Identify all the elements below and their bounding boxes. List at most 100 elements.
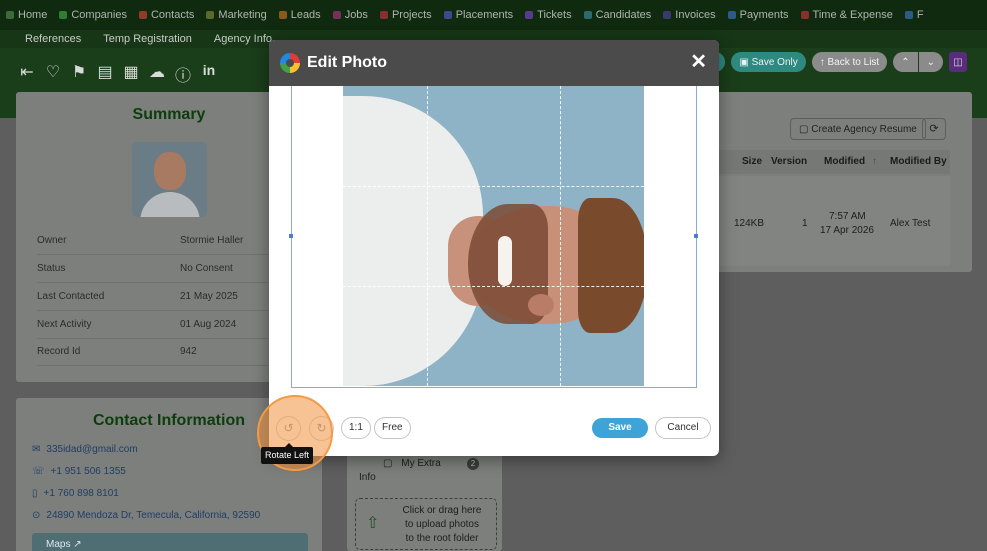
close-icon[interactable]: ✕: [690, 50, 707, 74]
edit-photo-modal: Edit Photo ✕ ↺ ↻ 1:1 Free Save Cancel: [269, 40, 719, 456]
create-agency-resume-button[interactable]: ▢ Create Agency Resume: [790, 118, 926, 140]
column-modified[interactable]: Modified: [824, 156, 865, 167]
back-to-list-button[interactable]: ↑ Back to List: [811, 52, 888, 72]
nav-label: Home: [18, 9, 48, 21]
aspect-1-1-button[interactable]: 1:1: [341, 417, 371, 439]
projects-icon: [379, 11, 388, 19]
folder-icon: ▢: [383, 458, 393, 469]
nav-home[interactable]: Home: [6, 9, 47, 21]
save-button[interactable]: Save: [592, 418, 648, 438]
column-modified-by[interactable]: Modified By: [890, 156, 947, 167]
crop-handle-left[interactable]: [289, 234, 293, 238]
summary-value: Stormie Haller: [180, 235, 244, 246]
note-icon[interactable]: ▦: [122, 62, 140, 86]
cancel-button[interactable]: Cancel: [655, 417, 711, 439]
folders-panel: ▢ My Extra 2 Info ⇧ Click or drag here t…: [347, 440, 502, 551]
candidates-icon: [583, 11, 592, 19]
cell-modified-by: Alex Test: [890, 218, 931, 229]
create-resume-label: Create Agency Resume: [811, 123, 917, 135]
nav-label: Leads: [290, 9, 321, 21]
heart-icon[interactable]: ♡: [44, 62, 62, 86]
sort-up-icon[interactable]: ↑: [872, 156, 877, 167]
companies-icon: [59, 11, 68, 19]
nav-jobs[interactable]: Jobs: [332, 9, 368, 21]
crop-frame[interactable]: [291, 86, 697, 388]
nav-label: F: [916, 9, 924, 21]
nav-placements[interactable]: Placements: [443, 9, 514, 21]
folder-item[interactable]: ▢ My Extra 2 Info: [359, 458, 479, 483]
subnav-references[interactable]: References: [25, 33, 81, 45]
crop-area[interactable]: [289, 86, 698, 388]
back-to-list-label: Back to List: [827, 56, 880, 68]
summary-key: Next Activity: [37, 319, 92, 330]
phone-value: +1 760 898 8101: [43, 488, 119, 499]
mail-icon: ✉: [32, 444, 41, 455]
summary-key: Owner: [37, 235, 67, 246]
contact-phone-1[interactable]: ☏ +1 951 506 1355: [32, 466, 126, 477]
save-only-button[interactable]: ▣ Save Only: [731, 52, 806, 72]
contacts-icon: [138, 11, 147, 19]
drop-text-line: to the root folder: [405, 533, 479, 544]
save-icon: ▣: [739, 56, 752, 68]
aspect-free-button[interactable]: Free: [374, 417, 411, 439]
rotate-left-tooltip: Rotate Left: [261, 443, 314, 464]
drop-text-line: Click or drag here: [402, 505, 482, 516]
document-icon[interactable]: ▤: [96, 62, 114, 86]
folder-count-badge: 2: [467, 458, 479, 470]
cell-modified-date: 17 Apr 2026: [820, 225, 874, 236]
next-record-button[interactable]: ⌄: [918, 52, 943, 72]
crop-handle-right[interactable]: [694, 234, 698, 238]
refresh-button[interactable]: ⟳: [922, 118, 946, 140]
nav-tickets[interactable]: Tickets: [525, 9, 572, 21]
nav-label: Jobs: [344, 9, 368, 21]
nav-label: Invoices: [675, 9, 716, 21]
contact-email[interactable]: ✉ 335idad@gmail.com: [32, 444, 138, 455]
app-logo-icon: [280, 53, 300, 73]
nav-more[interactable]: F: [904, 9, 924, 21]
avatar[interactable]: [131, 142, 207, 217]
document-icon: ▢: [799, 123, 812, 135]
modal-title: Edit Photo: [307, 54, 387, 71]
column-size[interactable]: Size: [742, 156, 762, 167]
alert-icon[interactable]: ⓘ: [174, 62, 192, 86]
folder-label: My Extra: [401, 458, 441, 469]
panel-toggle-button[interactable]: ◫: [949, 52, 967, 72]
refresh-icon: ⟳: [929, 123, 939, 135]
nav-contacts[interactable]: Contacts: [138, 9, 195, 21]
phone-icon: ☏: [32, 466, 45, 477]
nav-label: Contacts: [150, 9, 195, 21]
flag-icon[interactable]: ⚑: [70, 62, 88, 86]
nav-leads[interactable]: Leads: [278, 9, 321, 21]
subnav-temp-registration[interactable]: Temp Registration: [103, 33, 192, 45]
nav-time-expense[interactable]: Time & Expense: [800, 9, 893, 21]
summary-value: 01 Aug 2024: [180, 319, 237, 330]
subnav-agency-info[interactable]: Agency Info: [214, 33, 272, 45]
linkedin-icon[interactable]: in: [200, 62, 218, 86]
nav-label: Placements: [455, 9, 514, 21]
payments-icon: [727, 11, 736, 19]
nav-label: Marketing: [218, 9, 267, 21]
contact-phone-2[interactable]: ▯ +1 760 898 8101: [32, 488, 119, 499]
nav-payments[interactable]: Payments: [727, 9, 789, 21]
record-toolbar: ⇤ ♡ ⚑ ▤ ▦ ☁ ⓘ in: [18, 62, 218, 86]
collapse-icon[interactable]: ⇤: [18, 62, 36, 86]
invoices-icon: [663, 11, 672, 19]
nav-invoices[interactable]: Invoices: [663, 9, 716, 21]
summary-value: No Consent: [180, 263, 233, 274]
phone-value: +1 951 506 1355: [50, 466, 126, 477]
cell-modified-time: 7:57 AM: [829, 211, 866, 222]
nav-projects[interactable]: Projects: [379, 9, 432, 21]
header-buttons: ose ▣ Save Only ↑ Back to List ⌃ ⌄ ◫: [693, 52, 967, 72]
upload-drop-zone[interactable]: ⇧ Click or drag here to upload photos to…: [355, 498, 497, 550]
address-value: 24890 Mendoza Dr, Temecula, California, …: [46, 510, 261, 521]
nav-companies[interactable]: Companies: [59, 9, 127, 21]
home-icon: [6, 11, 14, 19]
maps-link[interactable]: Maps ↗: [32, 533, 308, 551]
prev-record-button[interactable]: ⌃: [893, 52, 918, 72]
cloud-icon[interactable]: ☁: [148, 62, 166, 86]
column-version[interactable]: Version: [771, 156, 807, 167]
nav-candidates[interactable]: Candidates: [583, 9, 651, 21]
nav-label: Tickets: [537, 9, 572, 21]
folder-label-2: Info: [359, 472, 376, 483]
nav-marketing[interactable]: Marketing: [206, 9, 267, 21]
